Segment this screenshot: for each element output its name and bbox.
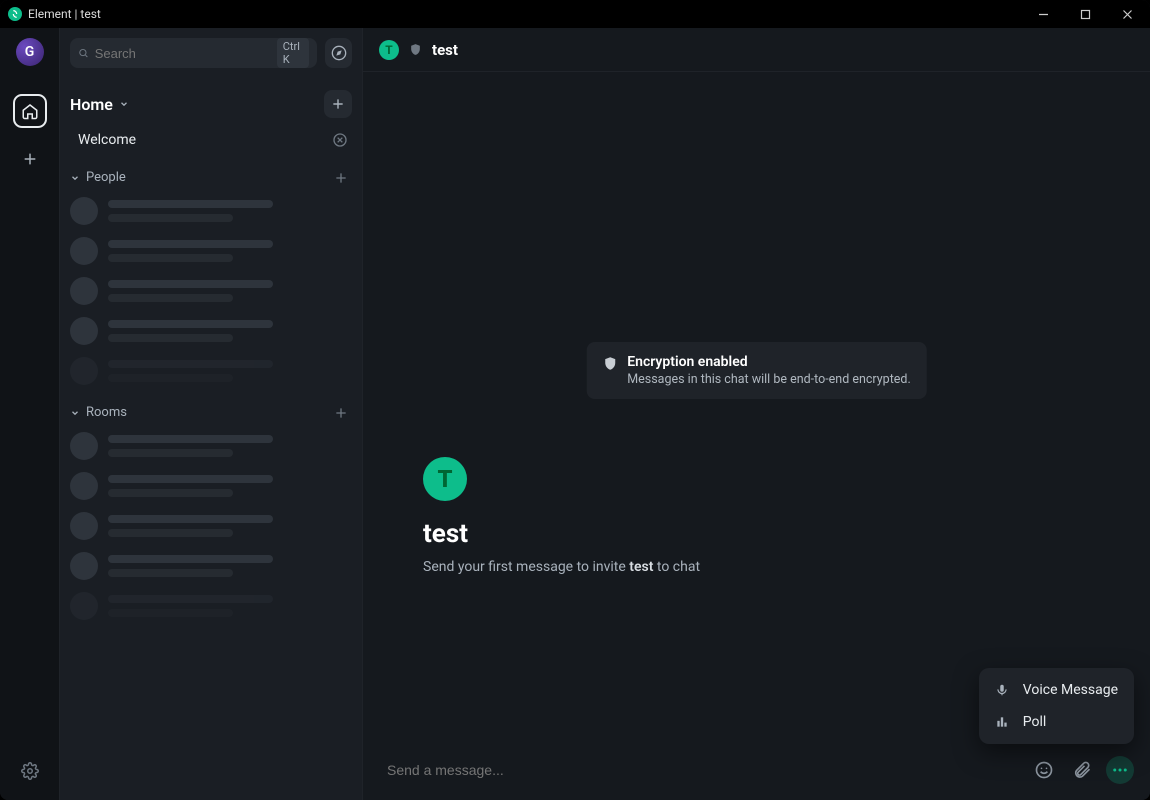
welcome-item[interactable]: Welcome (60, 124, 362, 156)
window-title: Element | test (28, 7, 101, 21)
home-space-button[interactable] (13, 94, 47, 128)
chevron-down-icon (119, 99, 129, 109)
room-title[interactable]: test (432, 41, 458, 59)
room-content: T test Encryption enabled Messages in th… (363, 28, 1150, 800)
sidebar: Ctrl K Home Welcome (60, 28, 363, 800)
room-intro-name: test (423, 519, 700, 549)
people-skeleton (60, 351, 362, 391)
room-skeleton (60, 546, 362, 586)
room-body: Encryption enabled Messages in this chat… (363, 72, 1150, 744)
composer (363, 744, 1150, 800)
room-skeleton (60, 506, 362, 546)
encryption-desc: Messages in this chat will be end-to-end… (627, 372, 911, 387)
search-shortcut: Ctrl K (277, 38, 309, 68)
welcome-label: Welcome (78, 132, 136, 148)
spacebar: G (0, 28, 60, 800)
room-avatar-large[interactable]: T (423, 457, 467, 501)
poll-icon (995, 715, 1011, 729)
maximize-button[interactable] (1064, 0, 1106, 28)
shield-icon (409, 43, 422, 56)
close-button[interactable] (1106, 0, 1148, 28)
room-header: T test (363, 28, 1150, 72)
emoji-button[interactable] (1030, 756, 1058, 784)
message-input[interactable] (387, 762, 1020, 778)
chevron-down-icon (70, 173, 80, 183)
explore-button[interactable] (325, 38, 352, 68)
room-skeleton (60, 466, 362, 506)
voice-message-label: Voice Message (1023, 682, 1118, 698)
encryption-banner: Encryption enabled Messages in this chat… (586, 342, 927, 399)
rooms-section-header[interactable]: Rooms (60, 391, 362, 426)
add-people-button[interactable] (334, 171, 348, 185)
people-label: People (86, 170, 126, 185)
space-header[interactable]: Home (70, 95, 129, 114)
people-skeleton (60, 311, 362, 351)
poll-item[interactable]: Poll (979, 706, 1134, 738)
add-room-button[interactable] (334, 406, 348, 420)
people-section-header[interactable]: People (60, 156, 362, 191)
minimize-button[interactable] (1022, 0, 1064, 28)
rooms-label: Rooms (86, 405, 127, 420)
room-skeleton (60, 426, 362, 466)
people-skeleton (60, 271, 362, 311)
more-options-button[interactable] (1106, 756, 1134, 784)
room-intro-subtitle: Send your first message to invite test t… (423, 559, 700, 575)
microphone-icon (995, 683, 1011, 697)
app-icon (8, 7, 22, 21)
settings-button[interactable] (13, 754, 47, 788)
room-avatar-small[interactable]: T (379, 40, 399, 60)
shield-icon (602, 356, 617, 371)
room-intro: T test Send your first message to invite… (423, 457, 700, 575)
search-icon (78, 46, 89, 60)
search-input[interactable] (95, 46, 271, 61)
voice-message-item[interactable]: Voice Message (979, 674, 1134, 706)
people-skeleton (60, 231, 362, 271)
titlebar: Element | test (0, 0, 1150, 28)
encryption-title: Encryption enabled (627, 354, 911, 370)
people-skeleton (60, 191, 362, 231)
room-skeleton (60, 586, 362, 626)
user-avatar[interactable]: G (16, 38, 44, 66)
new-chat-button[interactable] (324, 90, 352, 118)
composer-more-menu: Voice Message Poll (979, 668, 1134, 744)
poll-label: Poll (1023, 714, 1047, 730)
space-title: Home (70, 95, 113, 114)
add-space-button[interactable] (13, 142, 47, 176)
chevron-down-icon (70, 408, 80, 418)
search-input-wrapper[interactable]: Ctrl K (70, 38, 317, 68)
attach-button[interactable] (1068, 756, 1096, 784)
dismiss-welcome-button[interactable] (332, 132, 348, 148)
